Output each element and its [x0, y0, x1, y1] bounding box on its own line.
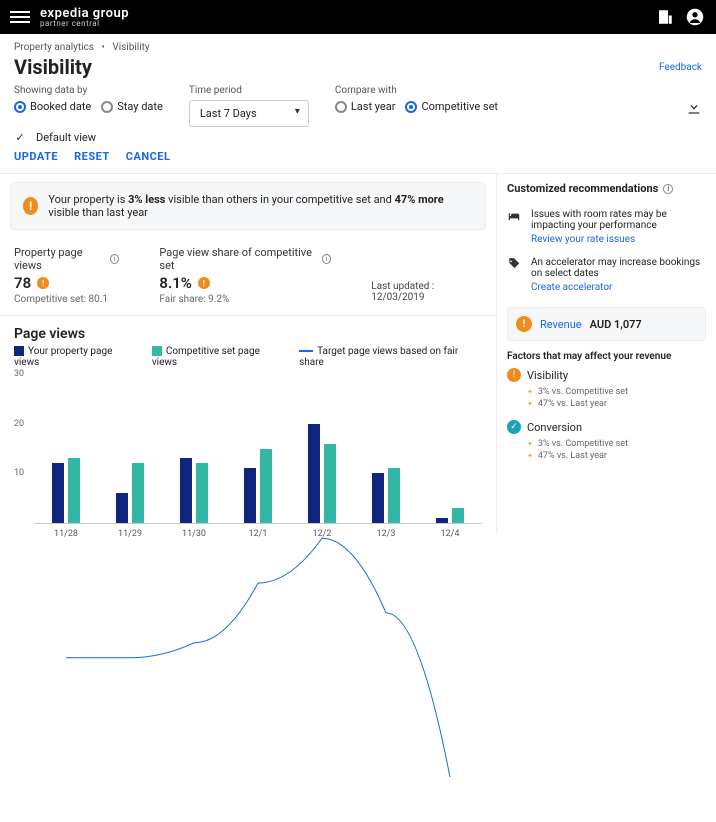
bar: [68, 458, 80, 523]
factor-visibility: !Visibility 3% vs. Competitive set 47% v…: [507, 368, 706, 410]
warning-icon: !: [507, 368, 521, 382]
compare-with-group: Compare with Last year Competitive set: [335, 85, 498, 113]
breadcrumb-a[interactable]: Property analytics: [14, 42, 94, 53]
showing-data-by-group: Showing data by Booked date Stay date: [14, 85, 163, 113]
hamburger-icon[interactable]: [10, 11, 30, 23]
default-view-check-icon: ✓: [14, 132, 26, 144]
recommendations-header: Customized recommendations i: [507, 182, 706, 203]
default-view-label: Default view: [36, 131, 96, 144]
time-period-group: Time period Last 7 Days: [189, 85, 309, 127]
recommendation-item: An accelerator may increase bookings on …: [507, 251, 706, 299]
bar: [308, 424, 320, 523]
breadcrumb-b[interactable]: Visibility: [112, 42, 149, 53]
recommendation-link[interactable]: Create accelerator: [531, 282, 706, 293]
info-icon[interactable]: i: [322, 254, 331, 264]
check-icon: ✓: [507, 420, 521, 434]
showing-label: Showing data by: [14, 85, 163, 96]
top-bar: expedia group partner central: [0, 0, 716, 34]
feedback-link[interactable]: Feedback: [659, 62, 702, 73]
bar: [52, 463, 64, 523]
breadcrumb: Property analytics • Visibility: [0, 34, 716, 55]
bar-group: 11/30: [162, 374, 226, 523]
x-label: 12/3: [354, 529, 418, 539]
chart-legend: Your property page views Competitive set…: [0, 346, 496, 374]
download-icon[interactable]: [686, 99, 702, 118]
factor-conversion: ✓Conversion 3% vs. Competitive set 47% v…: [507, 420, 706, 462]
bar: [324, 444, 336, 523]
time-period-select[interactable]: Last 7 Days: [189, 100, 309, 127]
factors-header: Factors that may affect your revenue: [507, 351, 706, 362]
brand-line1: expedia group: [40, 7, 129, 20]
last-updated: Last updated : 12/03/2019: [371, 281, 482, 305]
radio-stay-date[interactable]: Stay date: [101, 100, 163, 113]
recommendation-link[interactable]: Review your rate issues: [531, 234, 706, 245]
bar: [132, 463, 144, 523]
brand-logo: expedia group partner central: [40, 7, 129, 28]
tag-icon: [507, 257, 523, 293]
metric-share: Page view share of competitive seti 8.1%…: [159, 246, 331, 305]
bar-group: 12/3: [354, 374, 418, 523]
bar: [244, 468, 256, 523]
compare-label: Compare with: [335, 85, 498, 96]
x-label: 12/1: [226, 529, 290, 539]
x-label: 12/2: [290, 529, 354, 539]
cancel-button[interactable]: CANCEL: [126, 150, 171, 163]
bar: [116, 493, 128, 523]
bar: [196, 463, 208, 523]
x-label: 11/30: [162, 529, 226, 539]
bar: [372, 473, 384, 523]
bar-group: 12/1: [226, 374, 290, 523]
x-label: 12/4: [418, 529, 482, 539]
bar: [180, 458, 192, 523]
page-views-chart: 10203011/2811/2911/3012/112/212/312/4: [34, 374, 482, 524]
bar-group: 12/2: [290, 374, 354, 523]
bar: [260, 449, 272, 524]
revenue-label: Revenue: [540, 318, 582, 331]
page-title: Visibility: [14, 55, 92, 79]
x-label: 11/28: [34, 529, 98, 539]
bar: [436, 518, 448, 523]
warning-icon: !: [23, 197, 38, 215]
info-icon[interactable]: i: [110, 254, 119, 264]
warning-icon: !: [37, 277, 49, 289]
recommendation-item: Issues with room rates may be impacting …: [507, 203, 706, 251]
banner-text: Your property is 3% less visible than ot…: [48, 193, 473, 219]
bar-group: 11/29: [98, 374, 162, 523]
visibility-banner: ! Your property is 3% less visible than …: [10, 182, 486, 230]
y-tick: 10: [14, 468, 24, 478]
reset-button[interactable]: RESET: [74, 150, 110, 163]
revenue-value: AUD 1,077: [590, 318, 642, 331]
x-label: 11/29: [98, 529, 162, 539]
radio-competitive-set[interactable]: Competitive set: [405, 100, 498, 113]
y-tick: 20: [14, 419, 24, 429]
bed-icon: [507, 209, 523, 245]
bar-group: 11/28: [34, 374, 98, 523]
time-period-label: Time period: [189, 85, 309, 96]
radio-last-year[interactable]: Last year: [335, 100, 396, 113]
building-icon[interactable]: [654, 6, 676, 28]
revenue-row[interactable]: ! Revenue AUD 1,077: [507, 307, 706, 341]
chart-title: Page views: [0, 315, 496, 346]
account-icon[interactable]: [684, 6, 706, 28]
warning-icon: !: [516, 316, 532, 332]
warning-icon: !: [198, 277, 210, 289]
radio-booked-date[interactable]: Booked date: [14, 100, 91, 113]
brand-line2: partner central: [40, 20, 129, 28]
bar: [388, 468, 400, 523]
bar-group: 12/4: [418, 374, 482, 523]
metric-page-views: Property page viewsi 78! Competitive set…: [14, 246, 119, 305]
info-icon[interactable]: i: [663, 184, 673, 194]
y-tick: 30: [14, 369, 24, 379]
bar: [452, 508, 464, 523]
update-button[interactable]: UPDATE: [14, 150, 58, 163]
